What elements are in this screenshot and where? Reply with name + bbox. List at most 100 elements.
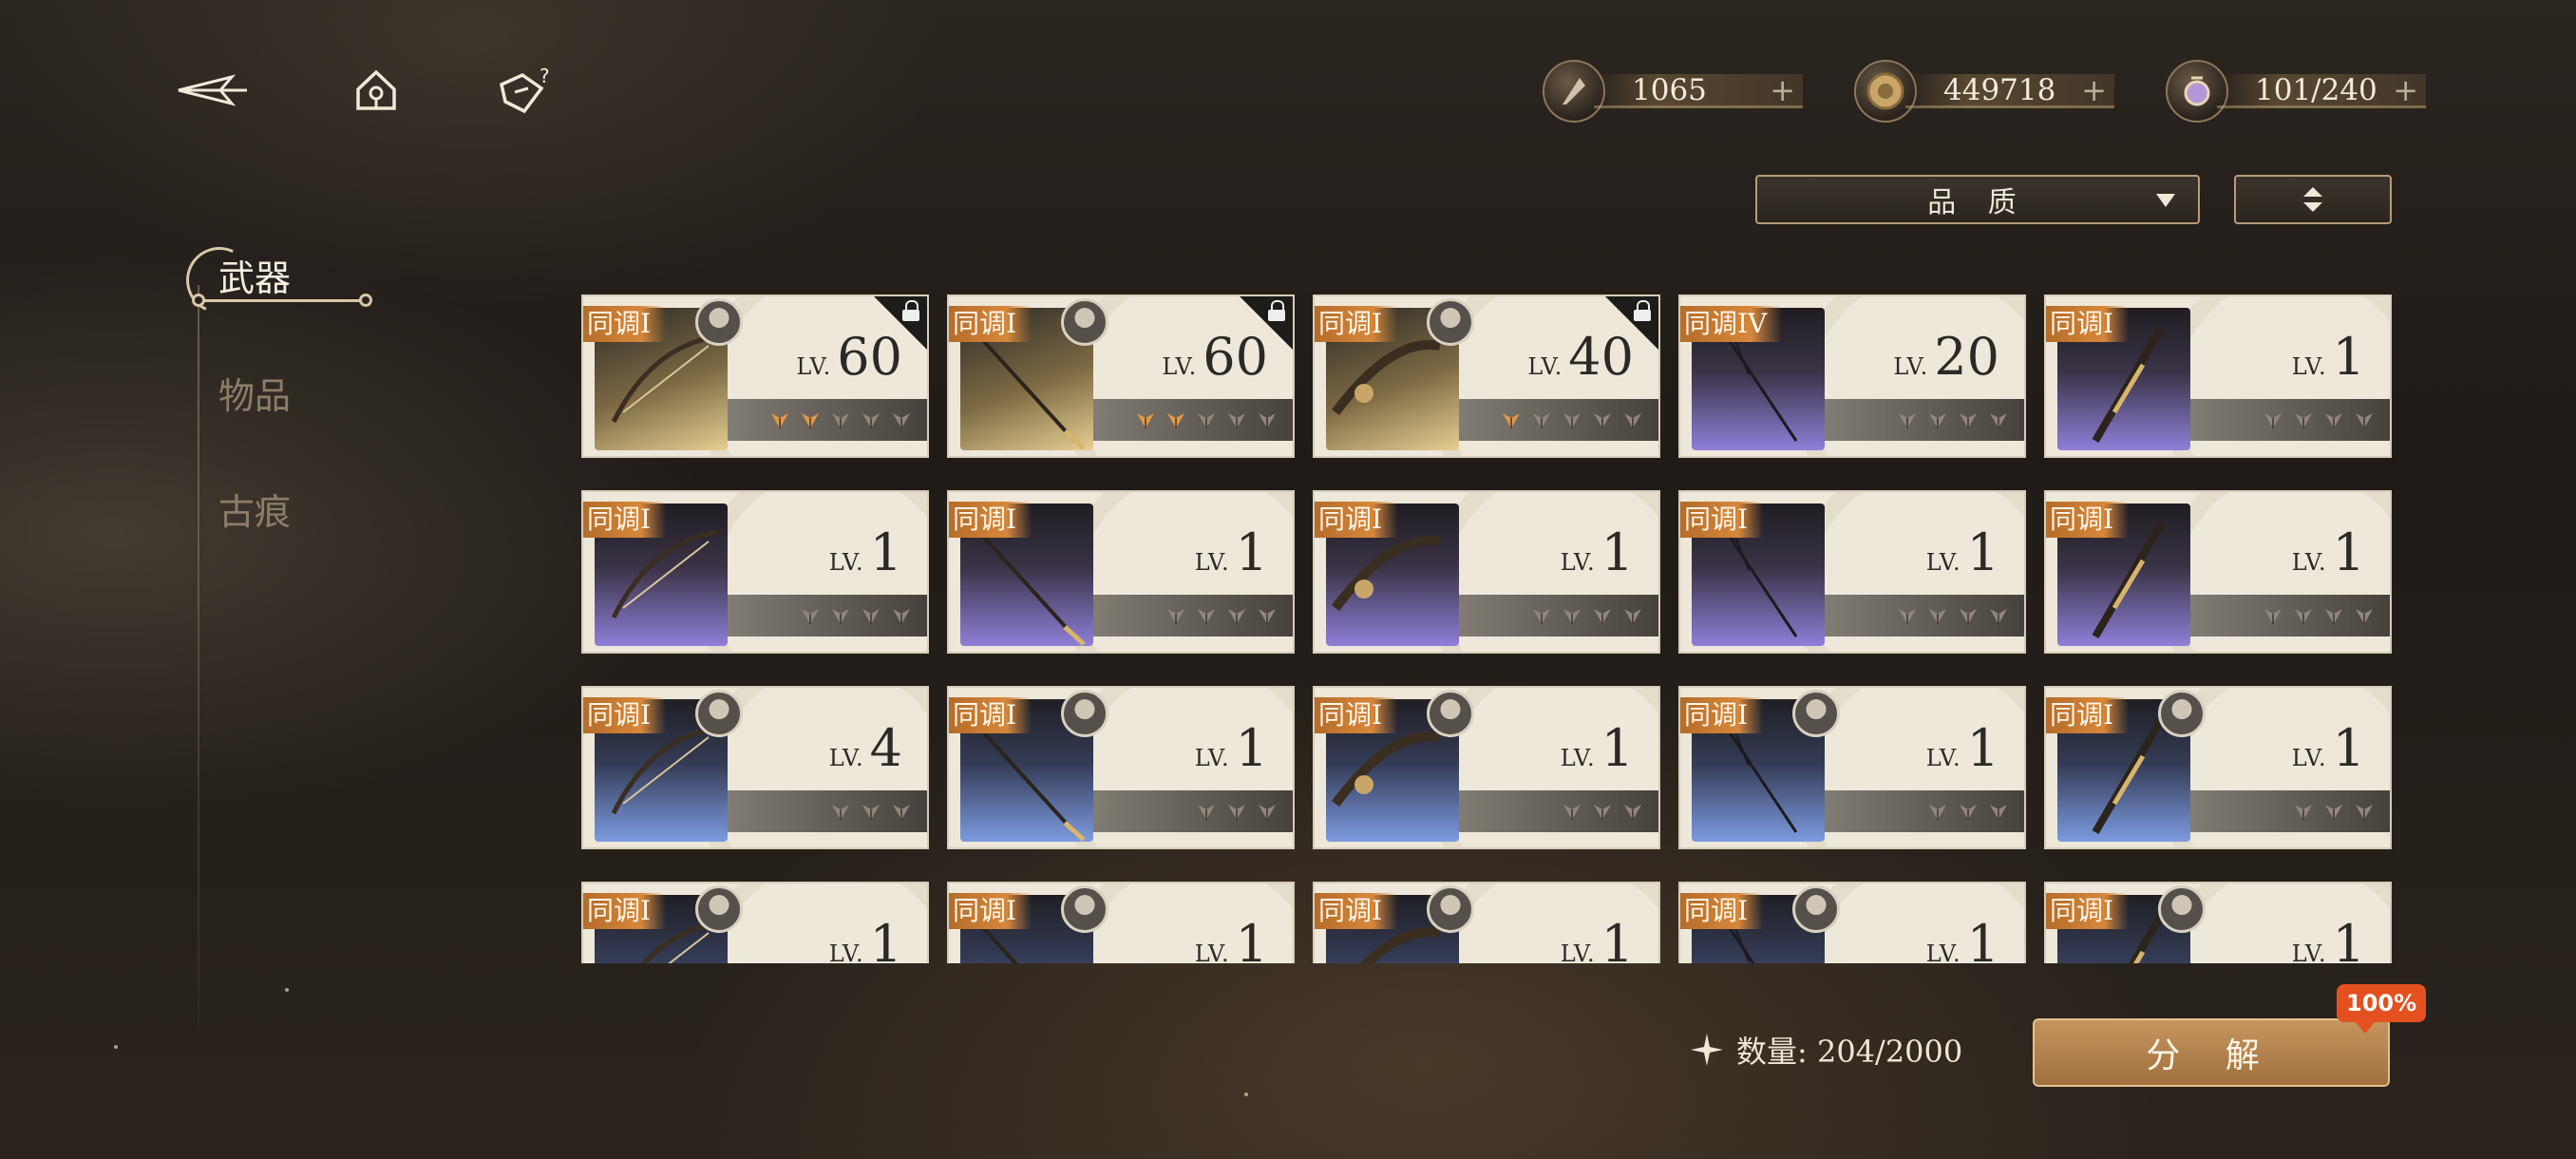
weapon-card[interactable]: 同调I LV. 60 [947, 294, 1295, 458]
level-number: 1 [2332, 718, 2365, 778]
level-prefix: LV. [1162, 353, 1198, 380]
weapon-card[interactable]: 同调I LV. 1 [581, 882, 929, 963]
weapon-card[interactable]: 同调I LV. 1 [1678, 882, 2026, 963]
decompose-button[interactable]: 分 解 [2033, 1018, 2390, 1087]
weapon-level: LV. 1 [829, 914, 902, 963]
level-prefix: LV. [1893, 353, 1929, 380]
weapon-card[interactable]: 同调I LV. 1 [947, 882, 1295, 963]
weapon-card[interactable]: 同调I LV. 1 [2044, 294, 2392, 458]
character-avatar [1061, 298, 1108, 346]
level-prefix: LV. [1560, 745, 1596, 771]
sync-tag: 同调I [1315, 306, 1398, 342]
refine-stars [1825, 790, 2024, 832]
level-prefix: LV. [1527, 353, 1563, 380]
star-empty-icon [1259, 609, 1276, 624]
weapon-level: LV. 1 [1926, 718, 1999, 778]
weapon-card[interactable]: 同调IV LV. 20 [1678, 294, 2026, 458]
level-prefix: LV. [1194, 549, 1230, 576]
star-empty-icon [2356, 413, 2373, 428]
weapon-card[interactable]: 同调I LV. 1 [581, 490, 929, 654]
weapon-level: LV. 1 [1926, 522, 1999, 582]
star-empty-icon [2325, 805, 2342, 820]
add-capacity-button[interactable]: + [2393, 72, 2418, 108]
currency-gold: 449718 + [1854, 55, 2114, 127]
star-empty-icon [1624, 413, 1641, 428]
weapon-card[interactable]: 同调I LV. 1 [1678, 686, 2026, 849]
star-empty-icon [1563, 609, 1581, 624]
sync-tag: 同调I [1680, 502, 1764, 538]
gold-currency-value: 449718 [1943, 72, 2056, 107]
chevron-down-icon [2156, 194, 2175, 207]
lock-icon[interactable] [1268, 300, 1287, 321]
star-empty-icon [1228, 609, 1245, 624]
weapon-card[interactable]: 同调I LV. 1 [2044, 686, 2392, 849]
sidebar-item-weapons[interactable]: 武器 [218, 249, 291, 301]
weapon-card[interactable]: 同调I LV. 1 [2044, 882, 2392, 963]
weapon-card[interactable]: 同调I LV. 1 [1313, 882, 1660, 963]
character-avatar [2158, 690, 2206, 737]
weapon-card[interactable]: 同调I LV. 40 [1313, 294, 1660, 458]
level-prefix: LV. [828, 549, 864, 576]
back-arrow-button[interactable] [175, 57, 251, 124]
star-empty-icon [1167, 609, 1184, 624]
character-avatar [1427, 690, 1474, 737]
level-number: 1 [1601, 522, 1634, 582]
weapon-card[interactable]: 同调I LV. 1 [947, 490, 1295, 654]
star-empty-icon [1198, 609, 1215, 624]
star-empty-icon [1563, 805, 1581, 820]
quality-sort-dropdown[interactable]: 品 质 [1755, 175, 2200, 224]
level-number: 4 [869, 718, 902, 778]
star-empty-icon [2356, 609, 2373, 624]
decompose-label: 分 解 [2146, 1036, 2277, 1075]
sort-order-toggle[interactable] [2234, 175, 2392, 224]
star-empty-icon [2295, 805, 2312, 820]
weapon-card[interactable]: 同调I LV. 60 [581, 294, 929, 458]
weapon-level: LV. 1 [829, 522, 902, 582]
weapon-level: LV. 1 [1195, 718, 1268, 778]
weapon-level: LV. 1 [1561, 718, 1634, 778]
lock-icon[interactable] [1634, 300, 1653, 321]
weapon-card[interactable]: 同调I LV. 1 [1313, 490, 1660, 654]
sync-tag: 同调I [949, 306, 1032, 342]
capacity-value: 101/240 [2255, 72, 2377, 107]
weapon-level: LV. 1 [2292, 522, 2365, 582]
sidebar-item-relics[interactable]: 古痕 [218, 483, 291, 535]
sync-tag: 同调I [2046, 697, 2130, 733]
home-icon [356, 69, 396, 110]
star-empty-icon [1960, 413, 1977, 428]
star-empty-icon [893, 609, 910, 624]
level-number: 1 [1235, 914, 1268, 963]
refine-stars [1459, 399, 1658, 441]
star-empty-icon [893, 805, 910, 820]
star-empty-icon [862, 609, 880, 624]
sync-tag: 同调I [583, 502, 667, 538]
character-avatar [1427, 298, 1474, 346]
star-empty-icon [802, 609, 819, 624]
add-gold-button[interactable]: + [2081, 72, 2107, 108]
quality-sort-label: 品 质 [1927, 186, 2028, 219]
sync-tag: 同调I [583, 893, 667, 929]
add-feather-button[interactable]: + [1770, 72, 1795, 108]
weapon-card[interactable]: 同调I LV. 1 [1313, 686, 1660, 849]
refine-stars [1093, 399, 1293, 441]
home-button[interactable] [338, 57, 414, 124]
weapon-grid: 同调I LV. 60 同调I LV. 60 同调I LV. 40 同调IV LV. 20 同调I LV. 1… [581, 293, 2397, 963]
weapon-level: LV. 1 [1561, 914, 1634, 963]
lock-icon[interactable] [902, 300, 921, 321]
sidebar-item-items[interactable]: 物品 [218, 367, 291, 419]
weapon-level: LV. 1 [2292, 327, 2365, 387]
star-empty-icon [1990, 413, 2007, 428]
weapon-card[interactable]: 同调I LV. 1 [947, 686, 1295, 849]
help-button[interactable]: ? [488, 57, 564, 124]
level-number: 1 [1601, 914, 1634, 963]
weapon-card[interactable]: 同调I LV. 1 [2044, 490, 2392, 654]
star-empty-icon [1624, 805, 1641, 820]
inventory-count-label: 数量: 204/2000 [1736, 1034, 1963, 1070]
star-empty-icon [2264, 609, 2282, 624]
character-avatar [695, 690, 743, 737]
weapon-card[interactable]: 同调I LV. 1 [1678, 490, 2026, 654]
sync-tag: 同调I [1315, 893, 1398, 929]
weapon-level: LV. 1 [1561, 522, 1634, 582]
weapon-card[interactable]: 同调I LV. 4 [581, 686, 929, 849]
star-empty-icon [832, 609, 849, 624]
